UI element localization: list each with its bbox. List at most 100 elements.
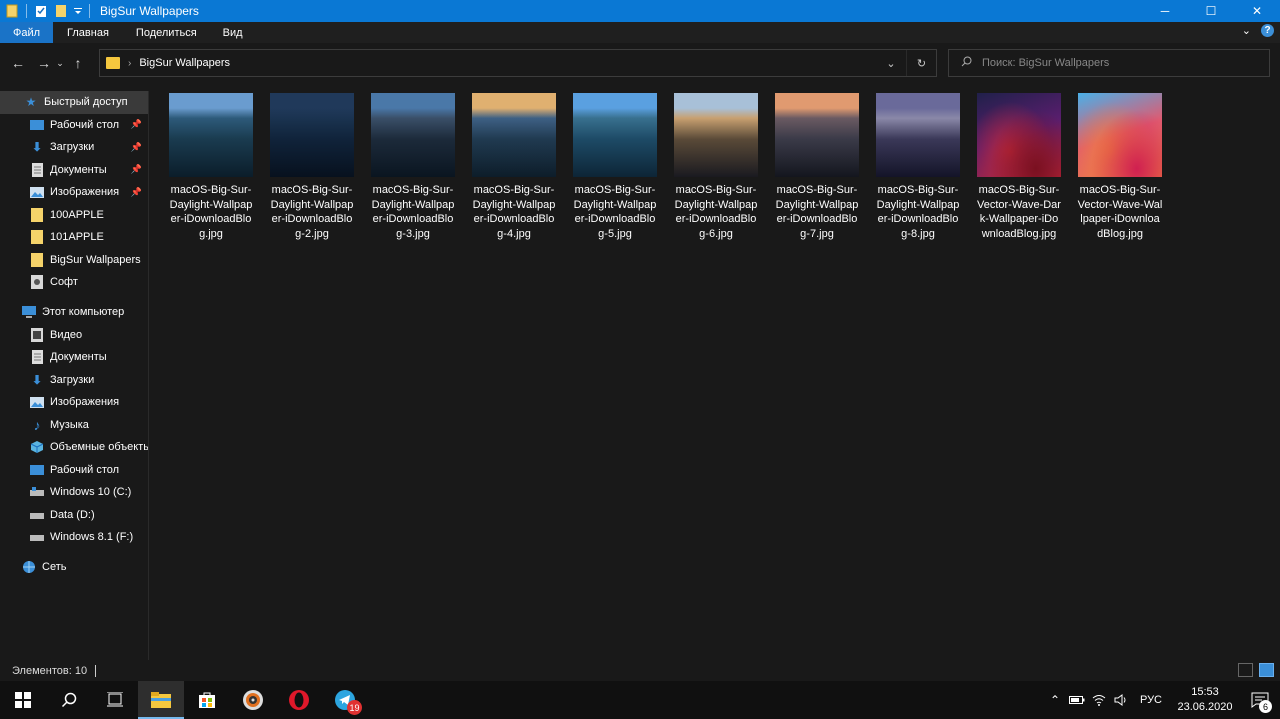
- tab-share[interactable]: Поделиться: [123, 22, 210, 43]
- search-button[interactable]: [46, 681, 92, 719]
- file-name: macOS-Big-Sur- Daylight-Wallpap er-iDownlo…: [371, 184, 455, 240]
- sidebar-item-downloads[interactable]: ⬇ Загрузки 📌: [0, 136, 148, 159]
- sidebar-item-pc-downloads[interactable]: ⬇ Загрузки: [0, 369, 148, 392]
- file-item[interactable]: macOS-Big-Sur- Vector-Wave-Dar k-Wallpaper…: [973, 93, 1065, 241]
- media-player-taskbar-button[interactable]: [230, 681, 276, 719]
- star-icon: ★: [25, 95, 37, 110]
- documents-icon: [30, 162, 44, 177]
- sidebar-item-label: BigSur Wallpapers: [50, 253, 141, 266]
- file-item[interactable]: macOS-Big-Sur- Daylight-Wallpap er-iDownlo…: [569, 93, 661, 241]
- tab-file[interactable]: Файл: [0, 22, 54, 43]
- pin-icon[interactable]: 📌: [131, 142, 142, 153]
- sidebar-item-label: Документы: [50, 351, 107, 364]
- chevron-up-icon[interactable]: ⌃: [1044, 681, 1066, 719]
- minimize-button[interactable]: ─: [1142, 0, 1188, 22]
- folder-icon: [106, 57, 120, 69]
- store-taskbar-button[interactable]: [184, 681, 230, 719]
- sidebar-item-network[interactable]: Сеть: [0, 556, 148, 579]
- sidebar-item-drive-f[interactable]: Windows 8.1 (F:): [0, 526, 148, 549]
- pin-icon[interactable]: 📌: [131, 119, 142, 130]
- volume-icon[interactable]: [1110, 681, 1132, 719]
- opera-icon: [289, 690, 309, 710]
- item-count: Элементов: 10: [12, 664, 88, 677]
- sidebar-item-music[interactable]: ♪ Музыка: [0, 414, 148, 437]
- sidebar-item-101apple[interactable]: 101APPLE: [0, 226, 148, 249]
- sidebar-item-bigsur-wallpapers[interactable]: BigSur Wallpapers: [0, 249, 148, 272]
- back-icon[interactable]: ←: [8, 53, 28, 73]
- chevron-right-icon[interactable]: ›: [128, 58, 131, 69]
- downloads-icon: ⬇: [31, 140, 43, 155]
- file-item[interactable]: macOS-Big-Sur- Daylight-Wallpap er-iDownlo…: [670, 93, 762, 241]
- file-item[interactable]: macOS-Big-Sur- Daylight-Wallpap er-iDownlo…: [165, 93, 257, 241]
- tab-view[interactable]: Вид: [210, 22, 256, 43]
- sidebar-item-label: Рабочий стол: [50, 118, 120, 131]
- downloads-icon: ⬇: [31, 372, 43, 387]
- large-icons-view-icon[interactable]: [1259, 663, 1274, 677]
- file-item[interactable]: macOS-Big-Sur- Daylight-Wallpap er-iDownlo…: [872, 93, 964, 241]
- details-view-icon[interactable]: [1238, 663, 1253, 677]
- address-bar[interactable]: › BigSur Wallpapers ⌄ ↻: [99, 49, 937, 77]
- expand-ribbon-icon[interactable]: ⌄: [1242, 24, 1251, 37]
- task-view-button[interactable]: [92, 681, 138, 719]
- close-button[interactable]: ✕: [1234, 0, 1280, 22]
- sidebar-item-pc-desktop[interactable]: Рабочий стол: [0, 459, 148, 482]
- sidebar-item-3d-objects[interactable]: Объемные объекты: [0, 436, 148, 459]
- action-center-button[interactable]: 6: [1240, 681, 1280, 719]
- file-explorer-taskbar-button[interactable]: [138, 681, 184, 719]
- refresh-icon[interactable]: ↻: [906, 50, 936, 76]
- sidebar-item-video[interactable]: Видео: [0, 324, 148, 347]
- clock[interactable]: 15:53 23.06.2020: [1170, 685, 1240, 715]
- sidebar-item-pc-documents[interactable]: Документы: [0, 346, 148, 369]
- file-name: macOS-Big-Sur- Daylight-Wallpap er-iDownlo…: [674, 184, 758, 240]
- pictures-icon: [30, 395, 44, 409]
- new-folder-icon[interactable]: [53, 3, 69, 19]
- pin-icon[interactable]: 📌: [131, 164, 142, 175]
- disc-icon: [243, 690, 263, 710]
- sidebar-item-label: 101APPLE: [50, 231, 104, 244]
- file-item[interactable]: macOS-Big-Sur- Daylight-Wallpap er-iDownlo…: [468, 93, 560, 241]
- file-list: macOS-Big-Sur- Daylight-Wallpap er-iDownlo…: [150, 91, 1280, 660]
- address-dropdown-icon[interactable]: ⌄: [876, 50, 906, 76]
- sidebar-item-drive-d[interactable]: Data (D:): [0, 504, 148, 527]
- help-icon[interactable]: ?: [1261, 24, 1274, 37]
- recent-locations-icon[interactable]: ⌄: [54, 53, 66, 73]
- sidebar-item-soft[interactable]: Софт: [0, 271, 148, 294]
- address-path[interactable]: BigSur Wallpapers: [139, 57, 230, 69]
- input-language[interactable]: РУС: [1140, 694, 1162, 706]
- sidebar-item-documents[interactable]: Документы 📌: [0, 159, 148, 182]
- sidebar-item-this-pc[interactable]: Этот компьютер: [0, 301, 148, 324]
- file-item[interactable]: macOS-Big-Sur- Daylight-Wallpap er-iDownlo…: [266, 93, 358, 241]
- up-icon[interactable]: ↑: [68, 53, 88, 73]
- forward-icon[interactable]: →: [34, 53, 54, 73]
- maximize-button[interactable]: ☐: [1188, 0, 1234, 22]
- sidebar-item-label: Музыка: [50, 418, 89, 431]
- sidebar-item-drive-c[interactable]: Windows 10 (C:): [0, 481, 148, 504]
- search-input[interactable]: Поиск: BigSur Wallpapers: [982, 57, 1109, 69]
- sidebar-item-100apple[interactable]: 100APPLE: [0, 204, 148, 227]
- opera-taskbar-button[interactable]: [276, 681, 322, 719]
- sidebar-item-label: Рабочий стол: [50, 463, 120, 476]
- customize-toolbar-icon[interactable]: [73, 3, 83, 19]
- properties-icon[interactable]: [33, 3, 49, 19]
- file-item[interactable]: macOS-Big-Sur- Daylight-Wallpap er-iDownlo…: [367, 93, 459, 241]
- sidebar-item-pc-pictures[interactable]: Изображения: [0, 391, 148, 414]
- start-button[interactable]: [0, 681, 46, 719]
- pictures-icon: [30, 185, 44, 199]
- telegram-taskbar-button[interactable]: 19: [322, 681, 368, 719]
- pin-icon[interactable]: 📌: [131, 187, 142, 198]
- file-name: macOS-Big-Sur- Daylight-Wallpap er-iDownlo…: [876, 184, 960, 240]
- software-folder-icon: [30, 275, 44, 290]
- title-bar: BigSur Wallpapers ─ ☐ ✕: [0, 0, 1280, 22]
- file-item[interactable]: macOS-Big-Sur- Daylight-Wallpap er-iDownlo…: [771, 93, 863, 241]
- sidebar-item-desktop[interactable]: Рабочий стол 📌: [0, 114, 148, 137]
- taskbar: 19 ⌃ РУС 15:53 23.06.2020 6: [0, 681, 1280, 719]
- sidebar-item-label: Windows 10 (C:): [50, 486, 132, 499]
- battery-icon[interactable]: [1066, 681, 1088, 719]
- search-box[interactable]: Поиск: BigSur Wallpapers: [948, 49, 1270, 77]
- sidebar-item-quick-access[interactable]: ★ Быстрый доступ: [0, 91, 148, 114]
- drive-icon: [30, 485, 44, 499]
- wifi-icon[interactable]: [1088, 681, 1110, 719]
- sidebar-item-pictures[interactable]: Изображения 📌: [0, 181, 148, 204]
- tab-home[interactable]: Главная: [53, 22, 123, 43]
- file-item[interactable]: macOS-Big-Sur- Vector-Wave-Wal lpaper-iDow…: [1074, 93, 1166, 241]
